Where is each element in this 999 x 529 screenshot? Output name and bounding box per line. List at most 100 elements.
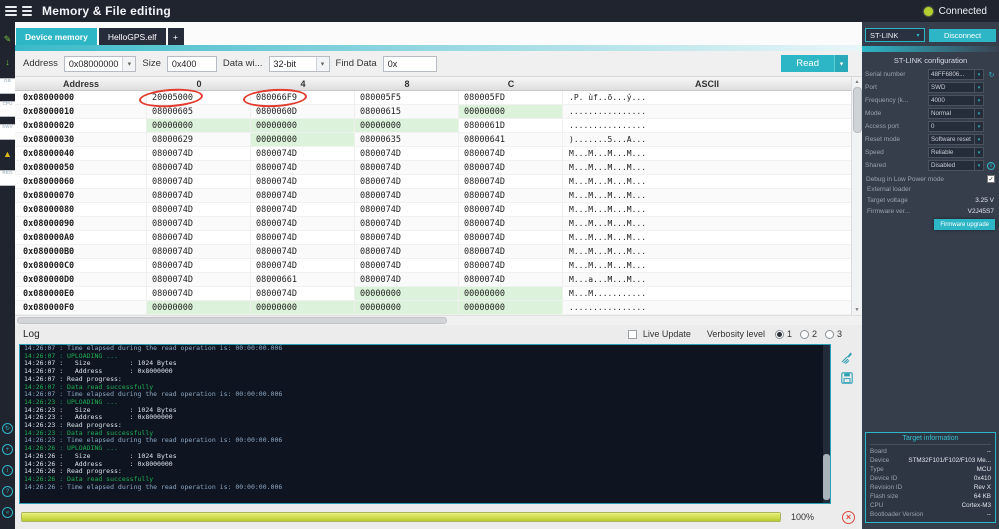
about-icon[interactable]: i	[2, 465, 13, 476]
memory-cell[interactable]: 00000000	[459, 301, 563, 314]
config-field-select[interactable]: Disabled ▾	[928, 160, 984, 171]
memory-cell[interactable]: 0800074D	[459, 231, 563, 244]
memory-cell[interactable]: 0800061D	[459, 119, 563, 132]
chevron-down-icon[interactable]: ▾	[974, 96, 983, 105]
menu-icon[interactable]	[22, 4, 32, 18]
memory-cell[interactable]: 0800074D	[251, 231, 355, 244]
register-viewer-icon[interactable]: REG	[0, 169, 18, 186]
verbosity-radio-2[interactable]: 2	[799, 329, 817, 339]
fault-analyzer-icon[interactable]: ▲	[1, 148, 14, 161]
size-input[interactable]	[166, 55, 217, 72]
memory-cell[interactable]: 0800074D	[355, 217, 459, 230]
scrollbar-thumb[interactable]	[852, 87, 862, 133]
memory-cell[interactable]: 0800074D	[355, 231, 459, 244]
console-scrollbar[interactable]	[823, 345, 830, 503]
memory-cell[interactable]: 0800074D	[147, 203, 251, 216]
memory-cell[interactable]: 080005F5	[355, 91, 459, 104]
memory-cell[interactable]: 0800074D	[147, 217, 251, 230]
memory-cell[interactable]: 0800074D	[147, 287, 251, 300]
memory-cell[interactable]: 0800074D	[459, 217, 563, 230]
config-field-select[interactable]: 48FF6806... ▾	[928, 69, 984, 80]
disconnect-button[interactable]: Disconnect	[929, 28, 996, 42]
chevron-down-icon[interactable]: ▾	[974, 148, 983, 157]
memory-cell[interactable]: 0800074D	[459, 175, 563, 188]
debug-low-power-checkbox[interactable]: ✓	[987, 175, 995, 183]
tab-file-hellogps[interactable]: HelloGPS.elf	[98, 28, 166, 45]
cancel-icon[interactable]: ×	[842, 510, 856, 524]
memory-cell[interactable]: 08000629	[147, 133, 251, 146]
memory-cell[interactable]: 0800060D	[251, 105, 355, 118]
chevron-down-icon[interactable]: ▾	[912, 29, 924, 41]
memory-cell[interactable]: 0800074D	[355, 245, 459, 258]
memory-cell[interactable]: 0800074D	[147, 189, 251, 202]
memory-cell[interactable]: 0800074D	[459, 189, 563, 202]
memory-cell[interactable]: 0800074D	[355, 273, 459, 286]
find-data-input[interactable]	[382, 55, 437, 72]
memory-cell[interactable]: 0800074D	[147, 259, 251, 272]
memory-file-editing-icon[interactable]: ✎	[1, 33, 14, 46]
memory-cell[interactable]: 00000000	[251, 301, 355, 314]
memory-cell[interactable]: 080066F9	[251, 91, 355, 104]
collapse-sidebar-icon[interactable]: «	[2, 507, 13, 518]
vertical-scrollbar[interactable]: ▲ ▼	[851, 77, 862, 315]
scroll-down-icon[interactable]: ▼	[852, 305, 863, 315]
memory-cell[interactable]: 00000000	[459, 105, 563, 118]
memory-cell[interactable]: 00000000	[355, 287, 459, 300]
memory-cell[interactable]: 0800074D	[147, 245, 251, 258]
memory-cell[interactable]: 0800074D	[459, 273, 563, 286]
verbosity-radio-1[interactable]: 1	[774, 329, 792, 339]
read-dropdown-arrow-icon[interactable]: ▾	[834, 55, 848, 72]
chevron-down-icon[interactable]: ▾	[122, 56, 136, 71]
memory-cell[interactable]: 0800074D	[251, 287, 355, 300]
clear-log-icon[interactable]	[840, 351, 853, 365]
probe-select[interactable]: ST-LINK ▾	[865, 28, 925, 42]
verbosity-radio-3[interactable]: 3	[824, 329, 842, 339]
radio-icon[interactable]	[774, 329, 784, 339]
scroll-up-icon[interactable]: ▲	[852, 77, 863, 87]
memory-cell[interactable]: 00000000	[147, 119, 251, 132]
console-scrollbar-thumb[interactable]	[823, 454, 830, 500]
memory-cell[interactable]: 0800074D	[355, 189, 459, 202]
option-bytes-icon[interactable]: OB	[0, 77, 17, 94]
config-field-select[interactable]: 4000 ▾	[928, 95, 984, 106]
memory-cell[interactable]: 0800074D	[459, 161, 563, 174]
memory-cell[interactable]: 0800074D	[251, 217, 355, 230]
memory-cell[interactable]: 08000635	[355, 133, 459, 146]
log-console[interactable]: 14:26:07 : Time elapsed during the read …	[19, 344, 831, 504]
memory-cell[interactable]: 00000000	[459, 287, 563, 300]
memory-cell[interactable]: 0800074D	[147, 231, 251, 244]
memory-cell[interactable]: 0800074D	[147, 147, 251, 160]
memory-cell[interactable]: 0800074D	[251, 175, 355, 188]
chevron-down-icon[interactable]: ▾	[974, 109, 983, 118]
chevron-down-icon[interactable]: ▾	[974, 161, 983, 170]
memory-cell[interactable]: 0800074D	[251, 161, 355, 174]
config-field-select[interactable]: SWD ▾	[928, 82, 984, 93]
memory-cell[interactable]: 0800074D	[459, 259, 563, 272]
memory-cell[interactable]: 0800074D	[147, 161, 251, 174]
tab-device-memory[interactable]: Device memory	[16, 28, 97, 45]
memory-cell[interactable]: 0800074D	[459, 203, 563, 216]
memory-cell[interactable]: 08000615	[355, 105, 459, 118]
info-icon[interactable]: i	[987, 161, 995, 170]
live-update-checkbox[interactable]	[627, 329, 637, 339]
memory-cell[interactable]: 0800074D	[251, 203, 355, 216]
cpu-core-icon[interactable]: CPU	[0, 100, 18, 117]
chevron-down-icon[interactable]: ▾	[974, 70, 983, 79]
read-button[interactable]: Read ▾	[781, 55, 848, 72]
memory-cell[interactable]: 0800074D	[355, 175, 459, 188]
memory-cell[interactable]: 00000000	[355, 119, 459, 132]
memory-cell[interactable]: 08000605	[147, 105, 251, 118]
chevron-down-icon[interactable]: ▾	[315, 56, 329, 71]
help-icon[interactable]: ?	[2, 486, 13, 497]
data-width-select[interactable]: 32-bit ▾	[268, 55, 330, 72]
config-field-select[interactable]: Software reset ▾	[928, 134, 984, 145]
memory-cell[interactable]: 00000000	[147, 301, 251, 314]
memory-cell[interactable]: 0800074D	[355, 259, 459, 272]
chevron-down-icon[interactable]: ▾	[974, 122, 983, 131]
memory-cell[interactable]: 0800074D	[251, 245, 355, 258]
refresh-targets-icon[interactable]: ↻	[2, 423, 13, 434]
radio-icon[interactable]	[799, 329, 809, 339]
radio-icon[interactable]	[824, 329, 834, 339]
erasing-programming-icon[interactable]: ↓	[1, 56, 14, 69]
config-field-select[interactable]: Reliable ▾	[928, 147, 984, 158]
